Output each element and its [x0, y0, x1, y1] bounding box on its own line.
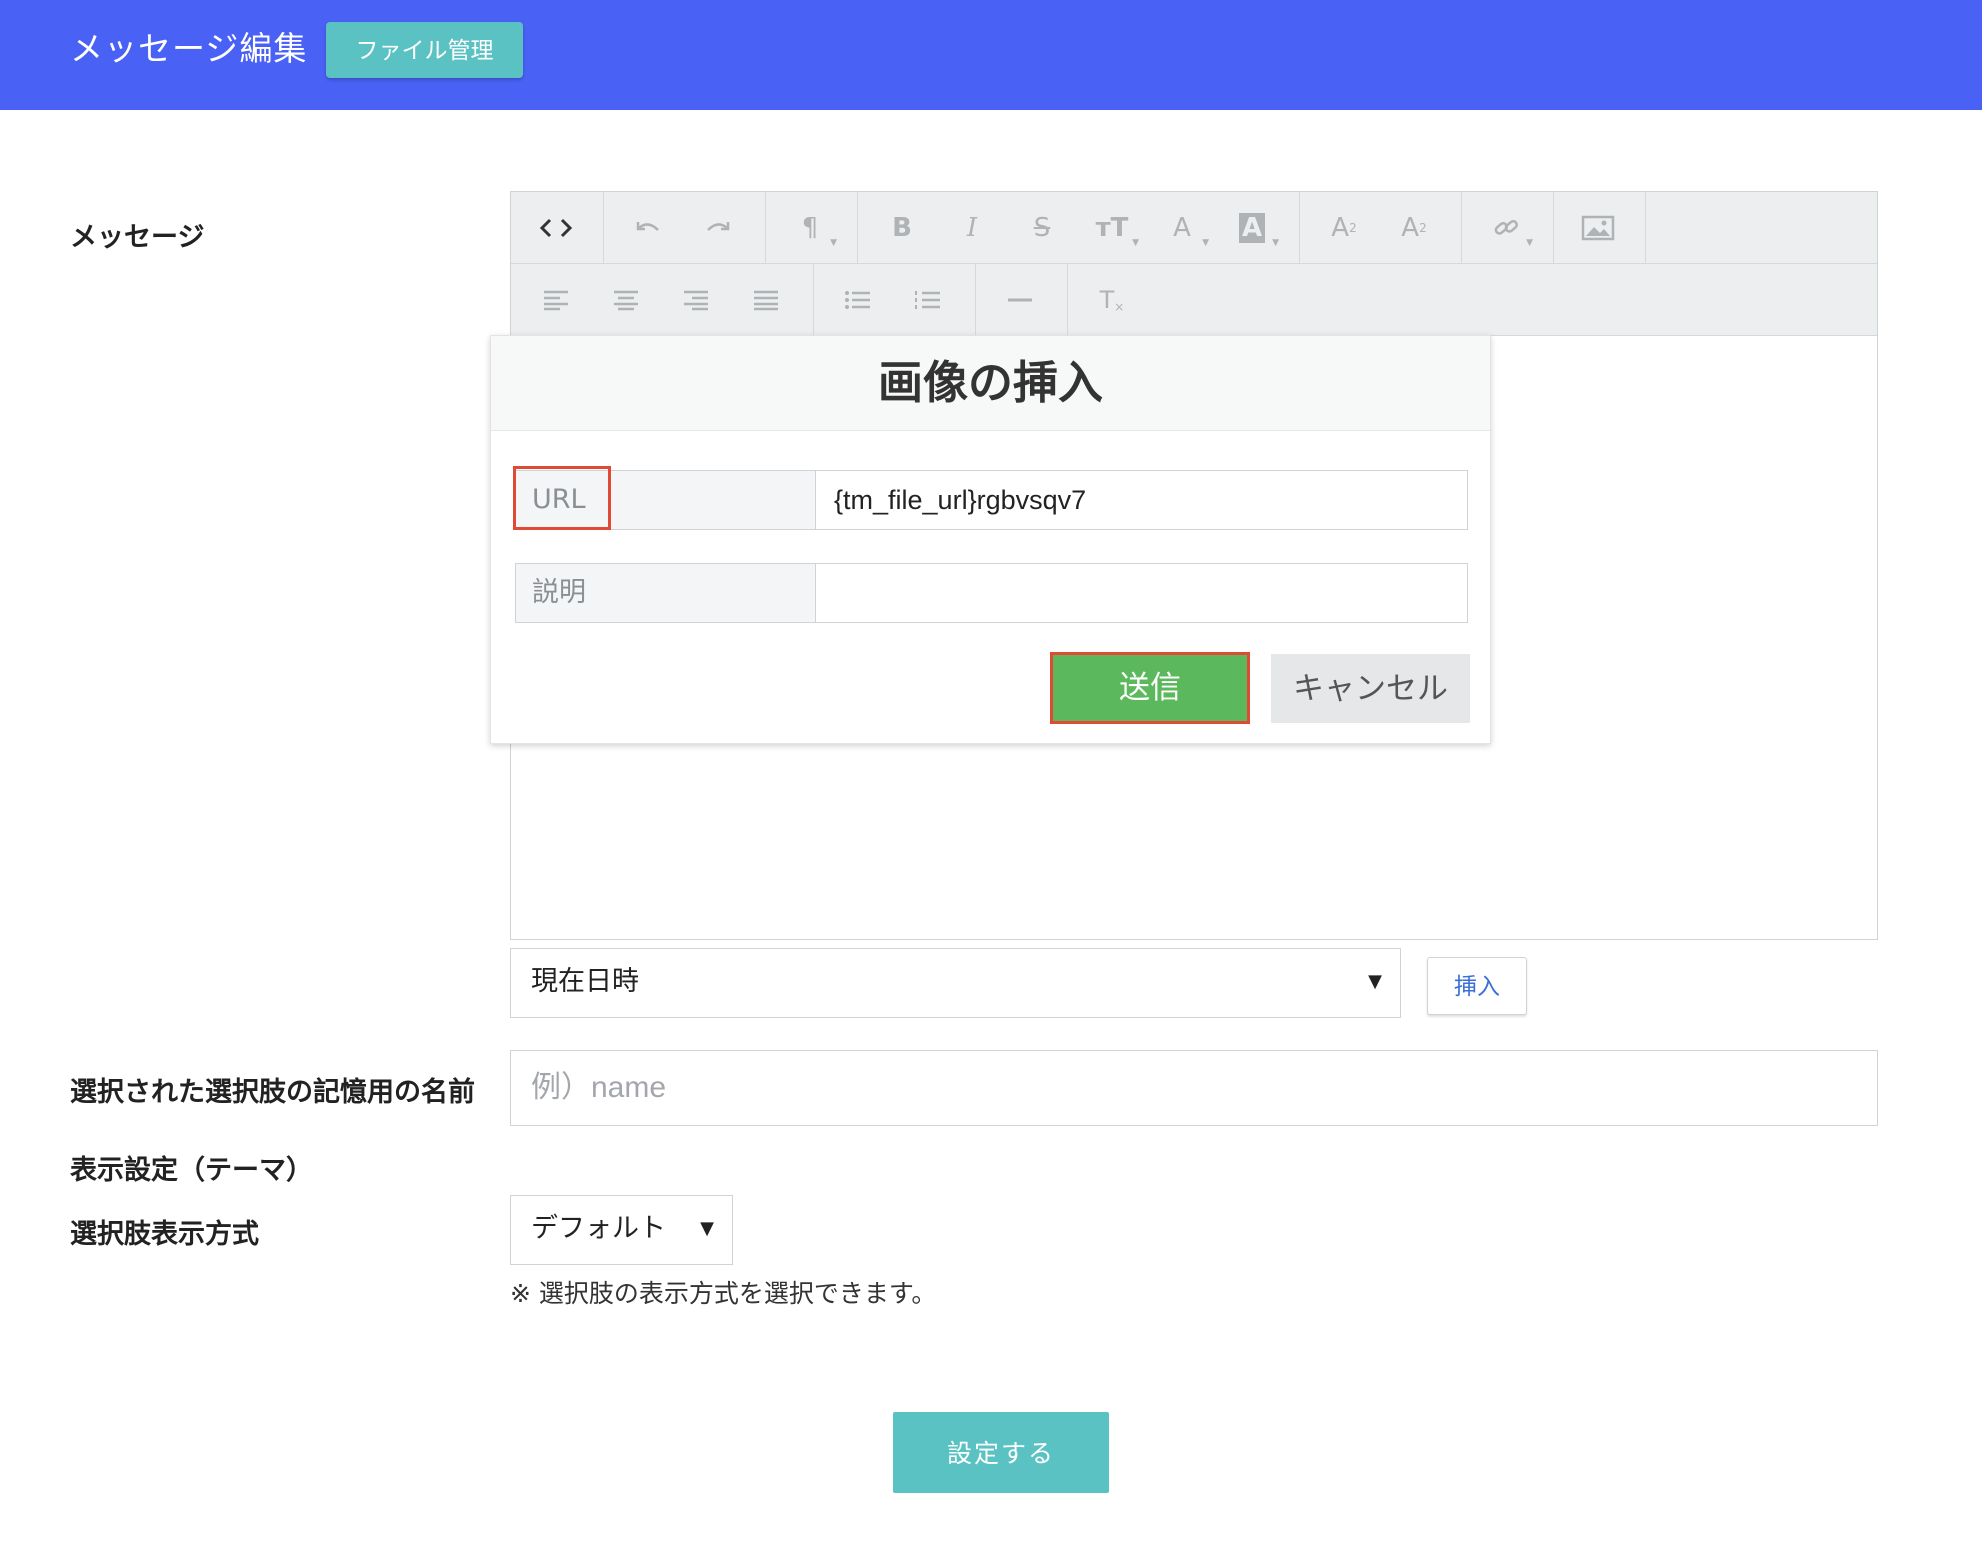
font-size-icon[interactable]: ᴛT ▼ [1077, 192, 1147, 264]
align-center-icon[interactable] [591, 264, 661, 336]
font-color-icon[interactable]: A ▼ [1147, 192, 1217, 264]
page-title: メッセージ編集 [70, 29, 308, 68]
variable-select-value: 現在日時 [531, 966, 639, 997]
url-input[interactable] [816, 471, 1467, 529]
strikethrough-icon[interactable]: S [1007, 192, 1077, 264]
choice-display-note: ※ 選択肢の表示方式を選択できます。 [510, 1279, 937, 1308]
file-management-button[interactable]: ファイル管理 [326, 22, 523, 78]
description-input[interactable] [816, 564, 1467, 622]
send-button[interactable]: 送信 [1050, 652, 1250, 724]
chevron-down-icon: ▼ [1368, 971, 1382, 992]
unordered-list-icon[interactable] [823, 264, 893, 336]
image-icon[interactable] [1563, 192, 1633, 264]
horizontal-rule-icon[interactable] [985, 264, 1055, 336]
url-label: URL [516, 471, 816, 529]
choice-display-select[interactable]: デフォルト ▼ [510, 1195, 733, 1265]
superscript-icon[interactable]: A2 [1309, 192, 1379, 264]
insert-variable-button[interactable]: 挿入 [1427, 957, 1527, 1015]
description-field: 説明 [515, 563, 1468, 623]
editor-toolbar-row-1: ¶ ▼ B I S ᴛT ▼ A ▼ A ▼ A2 A2 ▼ [511, 192, 1877, 264]
message-label: メッセージ [70, 222, 205, 253]
choice-display-select-value: デフォルト [531, 1213, 666, 1244]
memory-name-input[interactable] [510, 1050, 1878, 1126]
header-bar: メッセージ編集 ファイル管理 [0, 0, 1982, 110]
align-justify-icon[interactable] [731, 264, 801, 336]
subscript-icon[interactable]: A2 [1379, 192, 1449, 264]
url-field: URL [515, 470, 1468, 530]
dialog-title: 画像の挿入 [877, 356, 1103, 409]
theme-label: 表示設定（テーマ） [70, 1155, 313, 1186]
code-view-icon[interactable] [521, 192, 591, 264]
chevron-down-icon: ▼ [700, 1218, 714, 1239]
editor-toolbar-row-2: T × [511, 264, 1877, 336]
highlight-color-icon[interactable]: A ▼ [1217, 192, 1287, 264]
paragraph-icon[interactable]: ¶ ▼ [775, 192, 845, 264]
memory-name-label: 選択された選択肢の記憶用の名前 [70, 1077, 475, 1108]
undo-icon[interactable] [613, 192, 683, 264]
redo-icon[interactable] [683, 192, 753, 264]
dialog-header: 画像の挿入 [491, 336, 1490, 431]
clear-format-icon[interactable]: T × [1077, 264, 1147, 336]
ordered-list-icon[interactable] [893, 264, 963, 336]
align-left-icon[interactable] [521, 264, 591, 336]
choice-display-label: 選択肢表示方式 [70, 1219, 259, 1250]
align-right-icon[interactable] [661, 264, 731, 336]
italic-icon[interactable]: I [937, 192, 1007, 264]
submit-settings-button[interactable]: 設定する [893, 1412, 1109, 1493]
cancel-button[interactable]: キャンセル [1271, 654, 1470, 723]
bold-icon[interactable]: B [867, 192, 937, 264]
link-icon[interactable]: ▼ [1471, 192, 1541, 264]
insert-image-dialog: 画像の挿入 URL 説明 送信 キャンセル [490, 335, 1491, 744]
variable-select[interactable]: 現在日時 ▼ [510, 948, 1401, 1018]
description-label: 説明 [516, 564, 816, 622]
